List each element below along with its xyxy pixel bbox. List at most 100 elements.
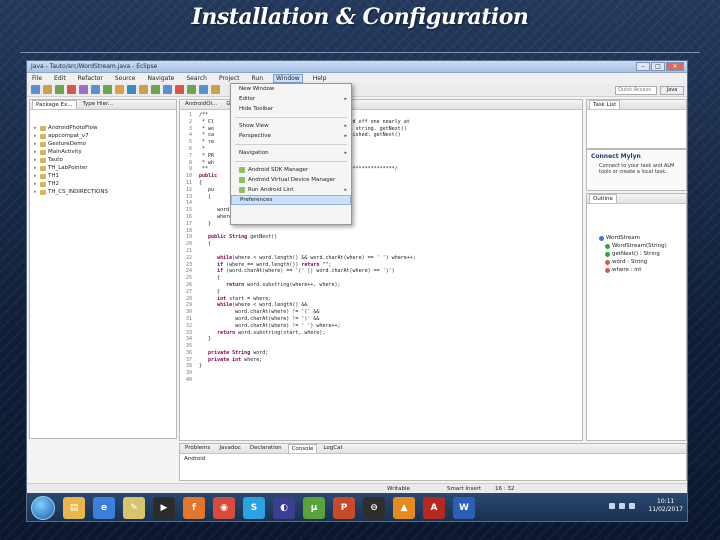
outline-label: word : String — [612, 259, 648, 265]
window-menu-item[interactable]: Preferences — [231, 195, 351, 205]
taskbar-firefox-icon[interactable]: f — [183, 497, 205, 519]
menu-run[interactable]: Run — [250, 75, 266, 82]
window-menu-item[interactable]: Perspective ▸ — [231, 131, 351, 141]
menu-refactor[interactable]: Refactor — [76, 75, 105, 82]
taskbar-ie-icon[interactable]: e — [93, 497, 115, 519]
window-menu-item[interactable]: Android Virtual Device Manager — [231, 175, 351, 185]
window-menu-item[interactable]: Run Android Lint ▸ — [231, 185, 351, 195]
menu-search[interactable]: Search — [184, 75, 209, 82]
expand-arrow-icon[interactable]: ▸ — [34, 132, 38, 140]
toolbar-button[interactable] — [31, 85, 40, 94]
project-item[interactable]: ▸ MainActivity — [30, 148, 176, 156]
menu-file[interactable]: File — [30, 75, 44, 82]
java-perspective-button[interactable]: Java — [660, 86, 684, 95]
project-item[interactable]: ▸ TH2 — [30, 180, 176, 188]
start-button[interactable] — [31, 496, 55, 520]
quick-access-input[interactable]: Quick Access — [615, 86, 657, 95]
tab-outline[interactable]: Outline — [589, 194, 617, 203]
expand-arrow-icon[interactable]: ▸ — [34, 188, 38, 196]
toolbar-button[interactable] — [187, 85, 196, 94]
expand-arrow-icon[interactable]: ▸ — [34, 148, 38, 156]
menu-navigate[interactable]: Navigate — [145, 75, 176, 82]
menu-source[interactable]: Source — [113, 75, 138, 82]
toolbar-button[interactable] — [79, 85, 88, 94]
toolbar-button[interactable] — [103, 85, 112, 94]
network-icon[interactable] — [609, 503, 615, 509]
taskbar-chrome-icon[interactable]: ◉ — [213, 497, 235, 519]
editor-tab[interactable]: AndroidOl... — [182, 100, 220, 109]
toolbar-button[interactable] — [43, 85, 52, 94]
toolbar-button[interactable] — [67, 85, 76, 94]
toolbar-button[interactable] — [55, 85, 64, 94]
tab-package-explorer[interactable]: Package Ex... — [32, 100, 77, 109]
menu-help[interactable]: Help — [311, 75, 329, 82]
toolbar-button[interactable] — [151, 85, 160, 94]
taskbar-adobe-icon[interactable]: A — [423, 497, 445, 519]
volume-icon[interactable] — [619, 503, 625, 509]
outline-item[interactable]: WordStream(String) — [595, 242, 686, 250]
expand-arrow-icon[interactable]: ▸ — [34, 172, 38, 180]
battery-icon[interactable] — [629, 503, 635, 509]
taskbar-powerpoint-icon[interactable]: P — [333, 497, 355, 519]
window-menu-item[interactable]: Editor ▸ — [231, 94, 351, 104]
tab-javadoc[interactable]: Javadoc — [216, 444, 244, 453]
window-menu-item[interactable]: Navigation ▸ — [231, 148, 351, 158]
toolbar-button[interactable] — [175, 85, 184, 94]
taskbar-media-icon[interactable]: ▶ — [153, 497, 175, 519]
toolbar-button[interactable] — [127, 85, 136, 94]
project-item[interactable]: ▸ Tauto — [30, 156, 176, 164]
line-text: while(where < word.length() && — [217, 302, 308, 309]
expand-arrow-icon[interactable]: ▸ — [34, 156, 38, 164]
project-item[interactable]: ▸ AndroidPhotoFlow — [30, 124, 176, 132]
toolbar-button[interactable] — [163, 85, 172, 94]
expand-arrow-icon[interactable]: ▸ — [34, 124, 38, 132]
line-text: word.charAt(where) != ')' && — [196, 315, 320, 322]
system-tray-icons — [609, 503, 635, 509]
window-menu-item[interactable]: Android SDK Manager — [231, 165, 351, 175]
code-line: 31 word.charAt(where) != ')' && — [180, 316, 582, 323]
toolbar-button[interactable] — [115, 85, 124, 94]
taskbar-app-icon[interactable]: ⊖ — [363, 497, 385, 519]
project-item[interactable]: ▸ GestureDemo — [30, 140, 176, 148]
outline-item[interactable]: getNext() : String — [595, 250, 686, 258]
tab-console[interactable]: Console — [287, 444, 318, 453]
project-item[interactable]: ▸ TH_CS_INDIRECTIONS — [30, 188, 176, 196]
expand-arrow-icon[interactable]: ▸ — [34, 140, 38, 148]
window-menu-item[interactable]: Hide Toolbar — [231, 104, 351, 114]
menu-project[interactable]: Project — [217, 75, 242, 82]
taskbar-explorer-icon[interactable]: ▤ — [63, 497, 85, 519]
toolbar-button[interactable] — [139, 85, 148, 94]
project-item[interactable]: ▸ TH1 — [30, 172, 176, 180]
expand-arrow-icon[interactable]: ▸ — [34, 164, 38, 172]
minimize-button[interactable]: – — [636, 62, 650, 71]
close-button[interactable]: ✕ — [666, 62, 684, 71]
toolbar-button[interactable] — [211, 85, 220, 94]
maximize-button[interactable]: □ — [651, 62, 665, 71]
project-name: GestureDemo — [48, 141, 87, 147]
tab-logcat[interactable]: LogCat — [320, 444, 345, 453]
taskbar-notes-icon[interactable]: ✎ — [123, 497, 145, 519]
outline-item[interactable]: where : int — [595, 266, 686, 274]
menu-edit[interactable]: Edit — [52, 75, 68, 82]
taskbar-utorrent-icon[interactable]: µ — [303, 497, 325, 519]
taskbar-vlc-icon[interactable]: ▲ — [393, 497, 415, 519]
toolbar-button[interactable] — [91, 85, 100, 94]
tab-problems[interactable]: Problems — [182, 444, 213, 453]
tab-type-hierarchy[interactable]: Type Hier... — [80, 100, 116, 109]
project-item[interactable]: ▸ appcompat_v7 — [30, 132, 176, 140]
taskbar-word-icon[interactable]: W — [453, 497, 475, 519]
project-item[interactable]: ▸ TH_LabPointer — [30, 164, 176, 172]
taskbar-skype-icon[interactable]: S — [243, 497, 265, 519]
taskbar-eclipse-icon[interactable]: ◐ — [273, 497, 295, 519]
tab-declaration[interactable]: Declaration — [247, 444, 285, 453]
line-number: 13 — [185, 193, 192, 200]
outline-item[interactable]: WordStream — [595, 234, 686, 242]
window-menu-item[interactable]: Show View ▸ — [231, 121, 351, 131]
toolbar-button[interactable] — [199, 85, 208, 94]
expand-arrow-icon[interactable]: ▸ — [34, 180, 38, 188]
window-menu-item[interactable]: New Window — [231, 84, 351, 94]
clock[interactable]: 10:11 11/02/2017 — [648, 498, 683, 514]
tab-task-list[interactable]: Task List — [589, 100, 621, 109]
outline-item[interactable]: word : String — [595, 258, 686, 266]
menu-window[interactable]: Window — [273, 73, 303, 83]
